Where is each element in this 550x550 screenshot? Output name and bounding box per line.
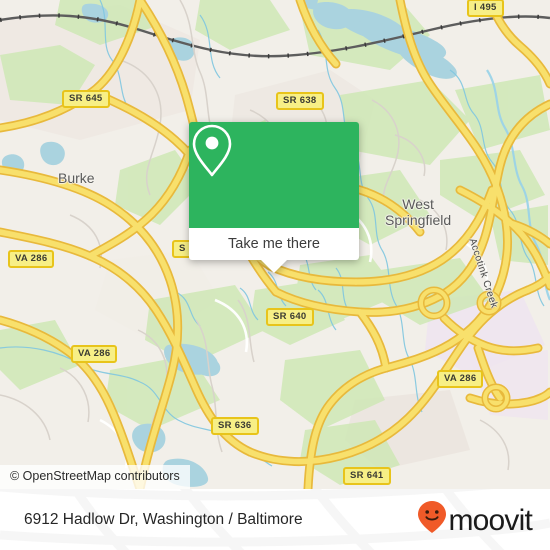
map-place-label: West Springfield xyxy=(385,196,452,228)
road-shield-va286-east: VA 286 xyxy=(437,370,484,388)
address-label: 6912 Hadlow Dr, Washington / Baltimore xyxy=(24,510,303,528)
road-shield-sr641: SR 641 xyxy=(343,467,391,485)
moovit-smiley-pin-icon xyxy=(417,500,447,539)
screenshot-root: Burke West Springfield Accotink Creek I … xyxy=(0,0,550,550)
road-shield-sr638: SR 638 xyxy=(276,92,324,110)
take-me-there-button[interactable]: Take me there xyxy=(189,228,359,260)
map-canvas[interactable]: Burke West Springfield Accotink Creek I … xyxy=(0,0,550,489)
destination-popup-card[interactable]: Take me there xyxy=(189,122,359,273)
footer-bar: 6912 Hadlow Dr, Washington / Baltimore m… xyxy=(0,489,550,550)
road-shield-sr640: SR 640 xyxy=(266,308,314,326)
road-shield-va286-west: VA 286 xyxy=(8,250,55,268)
moovit-wordmark: moovit xyxy=(448,503,532,537)
road-shield-va286-southwest: VA 286 xyxy=(71,345,118,363)
popup-pointer-arrow xyxy=(261,260,287,273)
road-shield-i495: I 495 xyxy=(467,0,504,17)
road-shield-sr636: SR 636 xyxy=(211,417,259,435)
popup-header xyxy=(189,122,359,228)
moovit-logo: moovit xyxy=(417,500,533,539)
osm-attribution: © OpenStreetMap contributors xyxy=(0,465,190,489)
map-place-label: Burke xyxy=(58,170,95,186)
take-me-there-label: Take me there xyxy=(228,236,320,252)
road-shield-sr645: SR 645 xyxy=(62,90,110,108)
